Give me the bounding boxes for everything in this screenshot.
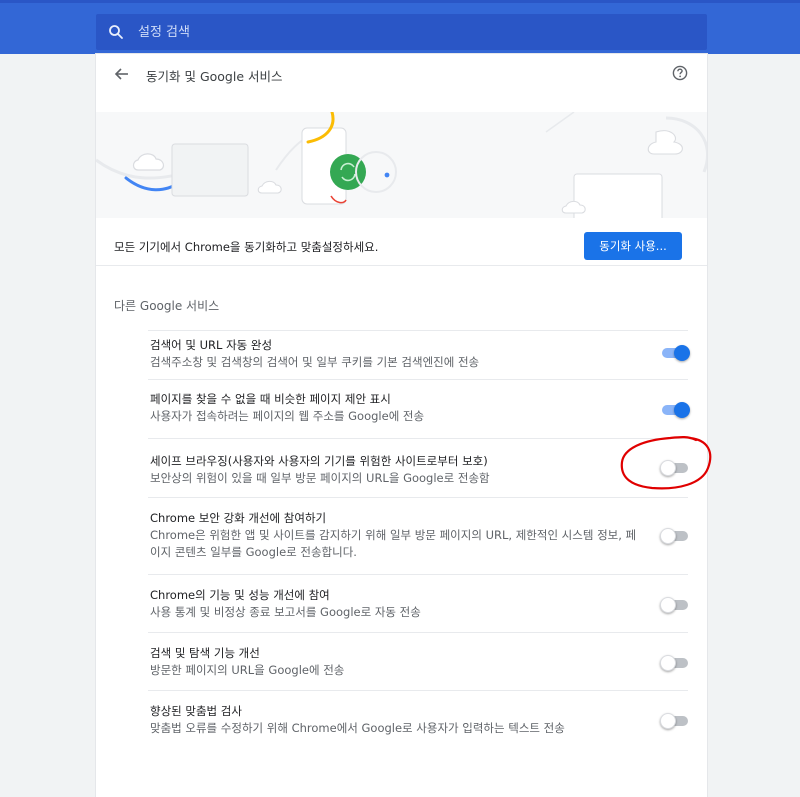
sync-description: 모든 기기에서 Chrome을 동기화하고 맞춤설정하세요. xyxy=(114,240,379,254)
toggle-switch[interactable] xyxy=(660,459,690,476)
setting-title: Chrome 보안 강화 개선에 참여하기 xyxy=(150,511,327,525)
toggle-switch[interactable] xyxy=(660,654,690,671)
setting-description: 방문한 페이지의 URL을 Google에 전송 xyxy=(150,663,345,677)
setting-title: Chrome의 기능 및 성능 개선에 참여 xyxy=(150,588,330,602)
page-title: 동기화 및 Google 서비스 xyxy=(146,69,283,84)
setting-item-safe-browsing[interactable]: 세이프 브라우징(사용자와 사용자의 기기를 위험한 사이트로부터 보호) 보안… xyxy=(148,438,688,497)
setting-item-safe-browsing-extended[interactable]: Chrome 보안 강화 개선에 참여하기 Chrome은 위험한 앱 및 사이… xyxy=(148,497,688,574)
other-services-heading: 다른 Google 서비스 xyxy=(114,299,220,313)
setting-description: 사용 통계 및 비정상 종료 보고서를 Google로 자동 전송 xyxy=(150,605,421,619)
page-header: 동기화 및 Google 서비스 xyxy=(96,54,707,112)
top-toolbar xyxy=(0,0,800,54)
setting-title: 향상된 맞춤법 검사 xyxy=(150,704,242,718)
setting-title: 페이지를 찾을 수 없을 때 비슷한 페이지 제안 표시 xyxy=(150,392,391,406)
arrow-left-icon[interactable] xyxy=(114,66,130,82)
toggle-switch[interactable] xyxy=(660,596,690,613)
setting-title: 검색어 및 URL 자동 완성 xyxy=(150,338,273,352)
search-icon xyxy=(109,25,123,39)
setting-description: 맞춤법 오류를 수정하기 위해 Chrome에서 Google로 사용자가 입력… xyxy=(150,721,565,735)
toggle-switch[interactable] xyxy=(660,344,690,361)
setting-description: 보안상의 위험이 있을 때 일부 방문 페이지의 URL을 Google로 전송… xyxy=(150,471,490,485)
toggle-switch[interactable] xyxy=(660,527,690,544)
setting-item-usage-stats[interactable]: Chrome의 기능 및 성능 개선에 참여 사용 통계 및 비정상 종료 보고… xyxy=(148,574,688,632)
help-circle-icon[interactable] xyxy=(672,65,688,81)
setting-item-browsing-improvement[interactable]: 검색 및 탐색 기능 개선 방문한 페이지의 URL을 Google에 전송 xyxy=(148,632,688,690)
sync-illustration-graphic xyxy=(96,112,707,218)
toggle-switch[interactable] xyxy=(660,712,690,729)
sync-illustration xyxy=(96,112,707,218)
sync-row: 모든 기기에서 Chrome을 동기화하고 맞춤설정하세요. 동기화 사용... xyxy=(96,218,707,266)
setting-description: 사용자가 접속하려는 페이지의 웹 주소를 Google에 전송 xyxy=(150,409,425,423)
settings-card: 동기화 및 Google 서비스 모든 기기에서 Chrome을 동기화하고 맞… xyxy=(96,54,707,797)
turn-on-sync-button[interactable]: 동기화 사용... xyxy=(584,232,682,260)
setting-description: 검색주소창 및 검색창의 검색어 및 일부 쿠키를 기본 검색엔진에 전송 xyxy=(150,355,480,369)
setting-description: Chrome은 위험한 앱 및 사이트를 감지하기 위해 일부 방문 페이지의 … xyxy=(150,528,637,559)
search-bar[interactable] xyxy=(96,14,707,50)
setting-item-similar-pages[interactable]: 페이지를 찾을 수 없을 때 비슷한 페이지 제안 표시 사용자가 접속하려는 … xyxy=(148,379,690,437)
setting-title: 세이프 브라우징(사용자와 사용자의 기기를 위험한 사이트로부터 보호) xyxy=(150,454,488,468)
setting-title: 검색 및 탐색 기능 개선 xyxy=(150,646,260,660)
toggle-switch[interactable] xyxy=(660,401,690,418)
setting-item-spell-check[interactable]: 향상된 맞춤법 검사 맞춤법 오류를 수정하기 위해 Chrome에서 Goog… xyxy=(148,690,688,748)
search-input[interactable] xyxy=(138,14,678,50)
